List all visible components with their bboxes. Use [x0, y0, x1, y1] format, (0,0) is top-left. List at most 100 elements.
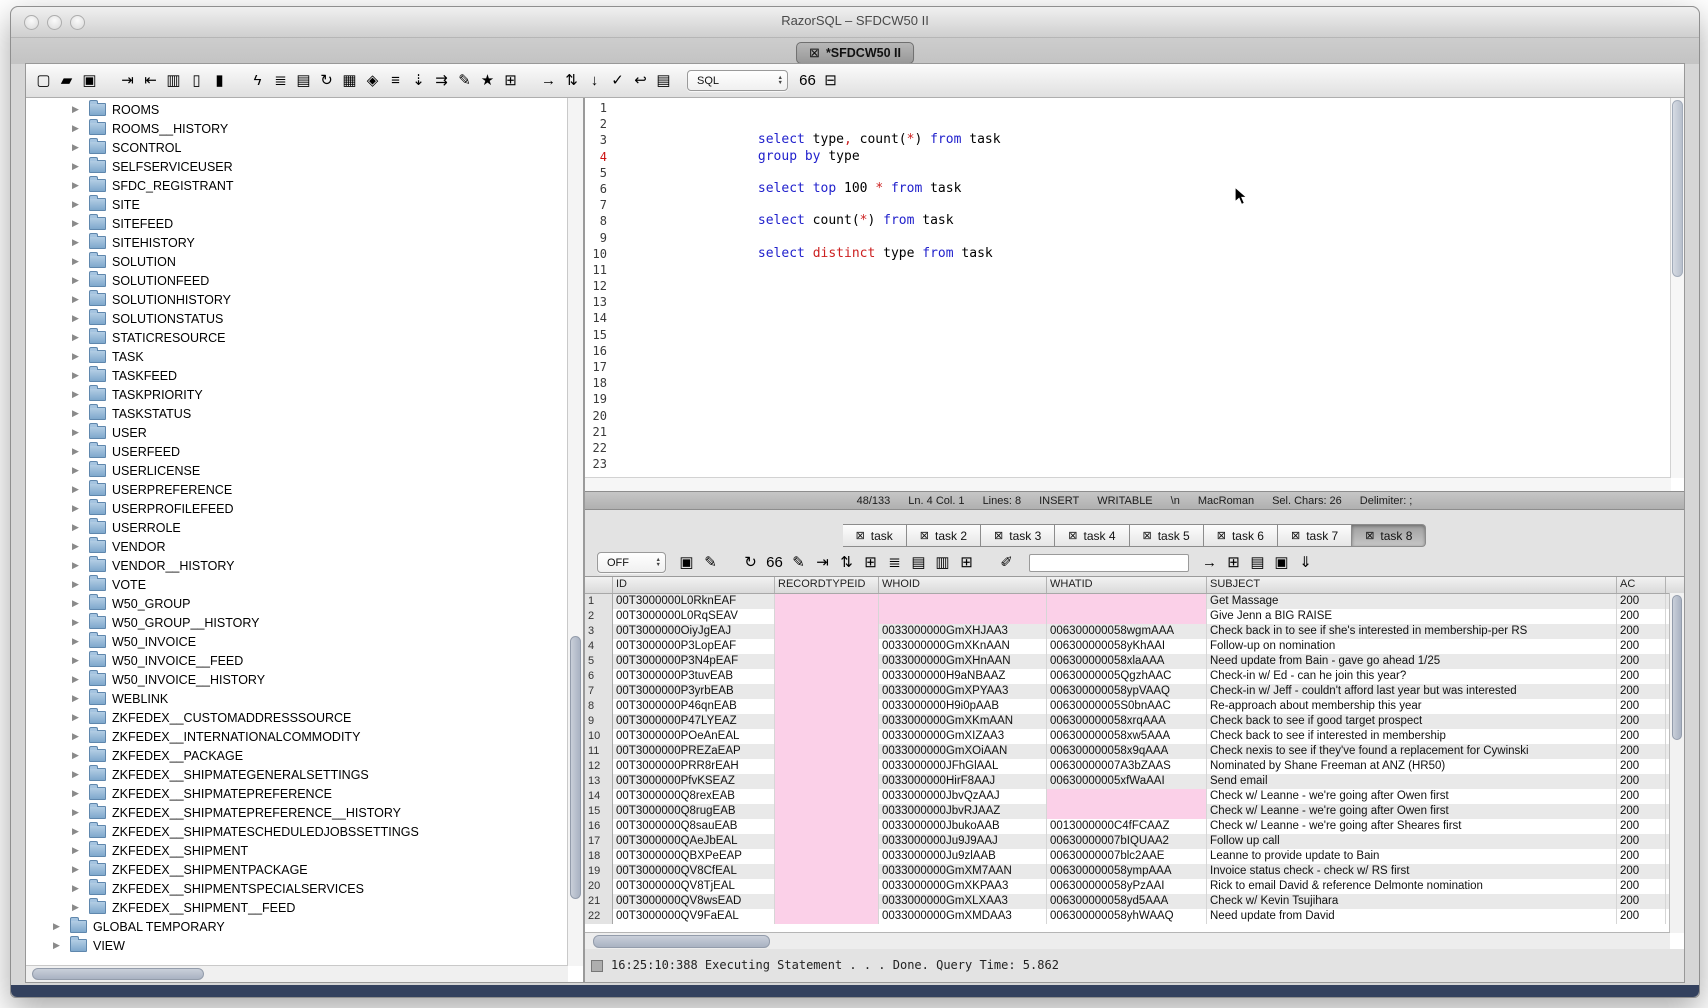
- highlighter-icon[interactable]: ✐: [997, 553, 1016, 572]
- grid-horizontal-scrollbar[interactable]: [585, 932, 1670, 949]
- disclosure-triangle-icon[interactable]: ▶: [72, 750, 87, 761]
- grid-column-header[interactable]: WHOID: [879, 577, 1047, 593]
- disclosure-triangle-icon[interactable]: ▶: [72, 370, 87, 381]
- disclosure-triangle-icon[interactable]: ▶: [72, 845, 87, 856]
- tree-item[interactable]: ▶ STATICRESOURCE: [26, 328, 583, 347]
- disclosure-triangle-icon[interactable]: ▶: [72, 446, 87, 457]
- tree-item[interactable]: ▶ VIEW: [26, 936, 583, 955]
- tree-item[interactable]: ▶ SELFSERVICEUSER: [26, 157, 583, 176]
- disclosure-triangle-icon[interactable]: ▶: [72, 484, 87, 495]
- result-tab[interactable]: ⊠ task 6: [1204, 524, 1278, 547]
- tree-item[interactable]: ▶ ZKFEDEX__SHIPMATEPREFERENCE: [26, 784, 583, 803]
- table-row[interactable]: 16 00T3000000Q8sauEAB 0033000000JbukoAAB…: [585, 819, 1684, 834]
- checklist-icon[interactable]: ≣: [271, 71, 290, 90]
- table-row[interactable]: 9 00T3000000P47LYEAZ 0033000000GmXKmAAN …: [585, 714, 1684, 729]
- sidebar-vertical-scrollbar[interactable]: [567, 98, 583, 966]
- result-tab[interactable]: ⊠ task 3: [981, 524, 1055, 547]
- editor-line[interactable]: 19: [585, 391, 1684, 407]
- sidebar-horizontal-scrollbar[interactable]: [26, 965, 568, 982]
- titlebar[interactable]: RazorSQL – SFDCW50 II: [11, 7, 1699, 38]
- scrollbar-thumb[interactable]: [593, 935, 770, 948]
- close-result-tab-icon[interactable]: ⊠: [1068, 529, 1077, 542]
- disclosure-triangle-icon[interactable]: ▶: [72, 636, 87, 647]
- result-tab[interactable]: ⊠ task 7: [1278, 524, 1352, 547]
- tree-item[interactable]: ▶ USERROLE: [26, 518, 583, 537]
- editor-line[interactable]: 12: [585, 278, 1684, 294]
- page-icon[interactable]: ▤: [909, 553, 928, 572]
- editor-line[interactable]: 16: [585, 343, 1684, 359]
- disclosure-triangle-icon[interactable]: ▶: [72, 237, 87, 248]
- editor-line[interactable]: 23: [585, 456, 1684, 472]
- disclosure-triangle-icon[interactable]: ▶: [72, 788, 87, 799]
- tree-item[interactable]: ▶ TASK: [26, 347, 583, 366]
- tree-item[interactable]: ▶ USERFEED: [26, 442, 583, 461]
- run-icon[interactable]: →: [539, 71, 558, 90]
- tree-item[interactable]: ▶ WEBLINK: [26, 689, 583, 708]
- edit-sql-icon[interactable]: ✎: [455, 71, 474, 90]
- disclosure-triangle-icon[interactable]: ▶: [72, 123, 87, 134]
- editor-line[interactable]: 7: [585, 197, 1684, 213]
- table-row[interactable]: 22 00T3000000QV9FaEAL 0033000000GmXMDAA3…: [585, 909, 1684, 924]
- table-row[interactable]: 18 00T3000000QBXPeEAP 0033000000Ju9zlAAB…: [585, 849, 1684, 864]
- tree-item[interactable]: ▶ W50_INVOICE: [26, 632, 583, 651]
- copy-rows-icon[interactable]: ▥: [933, 553, 952, 572]
- results-search-input[interactable]: [1029, 554, 1189, 572]
- execute-sql-icon[interactable]: ϟ: [248, 71, 267, 90]
- table-row[interactable]: 10 00T3000000POeAnEAL 0033000000GmXIZAA3…: [585, 729, 1684, 744]
- disconnect-icon[interactable]: ⇤: [141, 71, 160, 90]
- editor-line[interactable]: 14: [585, 310, 1684, 326]
- disclosure-triangle-icon[interactable]: ▶: [72, 427, 87, 438]
- result-tab[interactable]: ⊠ task 4: [1055, 524, 1129, 547]
- tree-item[interactable]: ▶ W50_INVOICE__FEED: [26, 651, 583, 670]
- scrollbar-thumb[interactable]: [1672, 595, 1682, 740]
- editor-vertical-scrollbar[interactable]: [1670, 98, 1684, 478]
- describe-icon[interactable]: 66: [798, 71, 817, 90]
- editor-line[interactable]: 15: [585, 327, 1684, 343]
- table-row[interactable]: 5 00T3000000P3N4pEAF 0033000000GmXHnAAN …: [585, 654, 1684, 669]
- fetch-down-icon[interactable]: ↓: [585, 71, 604, 90]
- editor-line[interactable]: 4 select top 100 * from task: [585, 149, 1684, 165]
- disclosure-triangle-icon[interactable]: ▶: [72, 769, 87, 780]
- document-tab[interactable]: ⊠ *SFDCW50 II: [796, 42, 914, 64]
- table-row[interactable]: 1 00T3000000L0RknEAF Get Massage 200: [585, 594, 1684, 609]
- result-tab[interactable]: ⊠ task 2: [907, 524, 981, 547]
- editor-line[interactable]: 17: [585, 359, 1684, 375]
- disclosure-triangle-icon[interactable]: ▶: [72, 598, 87, 609]
- close-result-tab-icon[interactable]: ⊠: [856, 529, 865, 542]
- close-result-tab-icon[interactable]: ⊠: [1217, 529, 1226, 542]
- filter-icon[interactable]: ✎: [701, 553, 720, 572]
- disclosure-triangle-icon[interactable]: ▶: [72, 218, 87, 229]
- editor-line[interactable]: 5: [585, 165, 1684, 181]
- open-file-icon[interactable]: ▰: [57, 71, 76, 90]
- tree-item[interactable]: ▶ ROOMS: [26, 100, 583, 119]
- editor-horizontal-scrollbar[interactable]: [585, 477, 1671, 491]
- close-result-tab-icon[interactable]: ⊠: [920, 529, 929, 542]
- fetch-more-icon[interactable]: ⇓: [1296, 553, 1315, 572]
- table-row[interactable]: 3 00T3000000OiyJgEAJ 0033000000GmXHJAA3 …: [585, 624, 1684, 639]
- tree-item[interactable]: ▶ USERPREFERENCE: [26, 480, 583, 499]
- close-result-tab-icon[interactable]: ⊠: [1291, 529, 1300, 542]
- disclosure-triangle-icon[interactable]: ▶: [72, 522, 87, 533]
- refresh-page-icon[interactable]: ↻: [317, 71, 336, 90]
- disclosure-triangle-icon[interactable]: ▶: [72, 712, 87, 723]
- editor-line[interactable]: 21: [585, 424, 1684, 440]
- disclosure-triangle-icon[interactable]: ▶: [53, 921, 68, 932]
- tree-item[interactable]: ▶ SITEHISTORY: [26, 233, 583, 252]
- disclosure-triangle-icon[interactable]: ▶: [72, 313, 87, 324]
- tree-item[interactable]: ▶ VENDOR__HISTORY: [26, 556, 583, 575]
- grid-column-header[interactable]: ID: [613, 577, 775, 593]
- table-row[interactable]: 11 00T3000000PREZaEAP 0033000000GmXOiAAN…: [585, 744, 1684, 759]
- result-tab[interactable]: ⊠ task 5: [1130, 524, 1204, 547]
- result-tab[interactable]: ⊠ task: [843, 524, 907, 547]
- editor-line[interactable]: 13: [585, 294, 1684, 310]
- column-list-icon[interactable]: ≣: [885, 553, 904, 572]
- editor-line[interactable]: 6 select count(*) from task: [585, 181, 1684, 197]
- statement-type-select[interactable]: SQL ▲▼: [687, 70, 788, 91]
- tree-item[interactable]: ▶ USERLICENSE: [26, 461, 583, 480]
- close-result-tab-icon[interactable]: ⊠: [1143, 529, 1152, 542]
- table-add-icon[interactable]: ⊞: [1224, 553, 1243, 572]
- tree-item[interactable]: ▶ SOLUTIONHISTORY: [26, 290, 583, 309]
- disclosure-triangle-icon[interactable]: ▶: [72, 408, 87, 419]
- editor-line[interactable]: 8 select distinct type from task: [585, 213, 1684, 229]
- disclosure-triangle-icon[interactable]: ▶: [72, 731, 87, 742]
